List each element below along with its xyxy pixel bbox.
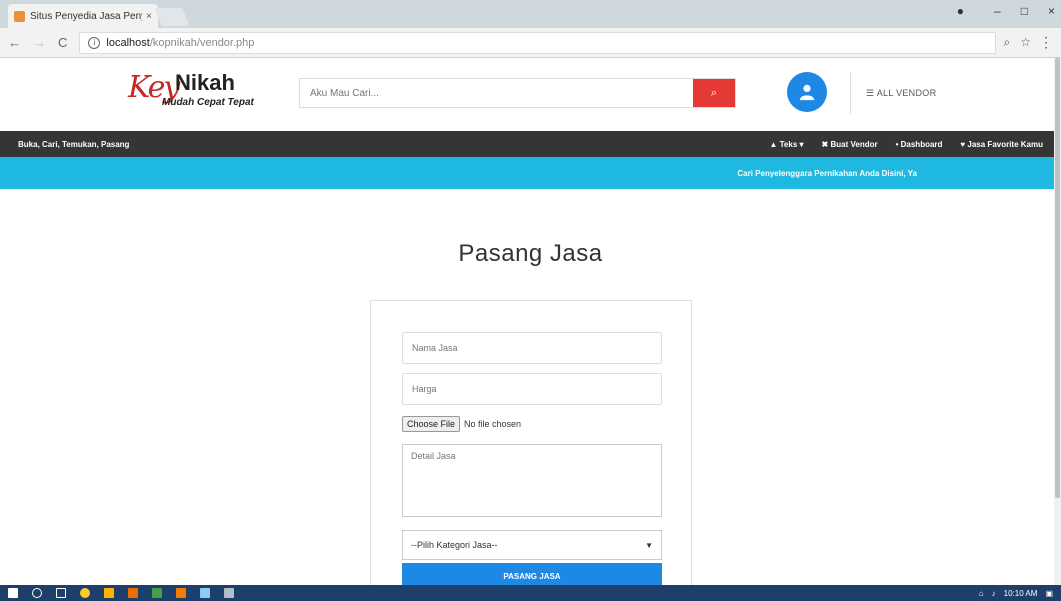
url-path: /kopnikah/vendor.php: [149, 36, 255, 49]
user-icon: [799, 84, 815, 101]
nav-item-favorite[interactable]: ♥ Jasa Favorite Kamu: [960, 140, 1043, 149]
chevron-down-icon: ▼: [645, 540, 653, 550]
window-controls: ● – □ ×: [957, 4, 1055, 18]
notification-icon[interactable]: ▣: [1045, 589, 1053, 598]
system-tray: ⌂ ♪ 10:10 AM ▣: [979, 589, 1053, 598]
address-bar[interactable]: i localhost /kopnikah/vendor.php: [79, 31, 996, 54]
browser-tab[interactable]: Situs Penyedia Jasa Peny ×: [8, 4, 158, 28]
kategori-selected: --Pilih Kategori Jasa--: [411, 540, 498, 550]
app-icon[interactable]: [176, 588, 186, 598]
nav-item-label: Jasa Favorite Kamu: [967, 139, 1043, 149]
logo-tagline: Mudah Cepat Tepat: [162, 97, 254, 108]
nav-item-label: Dashboard: [900, 139, 943, 149]
scroll-thumb[interactable]: [1055, 58, 1060, 498]
profile-icon[interactable]: ●: [957, 4, 964, 18]
os-taskbar: ⌂ ♪ 10:10 AM ▣: [0, 585, 1061, 601]
all-vendor-link[interactable]: ☰ ALL VENDOR: [866, 88, 936, 99]
file-status: No file chosen: [464, 419, 522, 429]
url-host: localhost: [106, 36, 150, 49]
browser-menu-icon[interactable]: ⋮: [1039, 34, 1053, 51]
task-view-icon[interactable]: [56, 588, 66, 598]
header-divider: [850, 72, 851, 114]
nav-tagline: Buka, Cari, Temukan, Pasang: [18, 139, 130, 149]
windows-start-icon[interactable]: [8, 588, 18, 598]
file-explorer-icon[interactable]: [104, 588, 114, 598]
kategori-select[interactable]: --Pilih Kategori Jasa-- ▼: [402, 530, 662, 560]
tab-close-icon[interactable]: ×: [146, 11, 152, 22]
user-avatar[interactable]: [787, 72, 827, 112]
maximize-button[interactable]: □: [1021, 4, 1028, 18]
app-icon[interactable]: [224, 588, 234, 598]
choose-file-button[interactable]: Choose File: [402, 416, 461, 432]
promo-text: Cari Penyelenggara Pernikahan Anda Disin…: [737, 168, 917, 178]
nav-item-teks[interactable]: ▲ Teks ▾: [770, 140, 804, 149]
all-vendor-label: ALL VENDOR: [876, 88, 937, 98]
site-logo[interactable]: Key Nikah Mudah Cepat Tepat: [128, 68, 258, 118]
site-header: Key Nikah Mudah Cepat Tepat ⌕ ☰ ALL VEND…: [0, 58, 1061, 131]
chrome-icon[interactable]: [80, 588, 90, 598]
app-icon[interactable]: [152, 588, 162, 598]
nav-item-buat-vendor[interactable]: ✖ Buat Vendor: [822, 140, 878, 149]
nama-jasa-input[interactable]: [402, 332, 662, 364]
logo-brand: Nikah: [175, 70, 235, 95]
info-icon[interactable]: i: [88, 36, 101, 49]
app-icon[interactable]: [128, 588, 138, 598]
bookmark-star-icon[interactable]: ☆: [1020, 35, 1031, 50]
close-window-button[interactable]: ×: [1048, 4, 1055, 18]
browser-toolbar: ← → C i localhost /kopnikah/vendor.php ⌕…: [0, 28, 1061, 58]
app-icon[interactable]: [200, 588, 210, 598]
search-icon[interactable]: [32, 588, 42, 598]
harga-input[interactable]: [402, 373, 662, 405]
pasang-jasa-form: Choose File No file chosen --Pilih Kateg…: [370, 300, 692, 590]
taskbar-icons: [8, 588, 979, 598]
page-scrollbar[interactable]: [1054, 58, 1061, 585]
file-upload: Choose File No file chosen: [402, 416, 521, 432]
volume-icon[interactable]: ♪: [992, 589, 996, 598]
search-button[interactable]: ⌕: [693, 79, 735, 107]
back-arrow-icon[interactable]: ←: [8, 35, 21, 50]
search-input[interactable]: [300, 79, 693, 107]
browser-titlebar: Situs Penyedia Jasa Peny × ● – □ ×: [0, 0, 1061, 28]
omnibox-icons: ⌕ ☆: [1004, 35, 1032, 50]
nav-item-label: Teks ▾: [779, 139, 804, 149]
detail-jasa-textarea[interactable]: [402, 444, 662, 517]
search-box: ⌕: [299, 78, 736, 108]
tab-title: Situs Penyedia Jasa Peny: [30, 10, 143, 22]
reload-icon[interactable]: C: [58, 35, 67, 50]
user-small-icon: ▲: [769, 139, 780, 149]
favicon-icon: [14, 10, 25, 22]
nav-links: ▲ Teks ▾ ✖ Buat Vendor • Dashboard ♥ Jas…: [770, 140, 1044, 149]
forward-arrow-icon[interactable]: →: [33, 35, 46, 50]
nav-item-label: Buat Vendor: [830, 139, 878, 149]
network-icon[interactable]: ⌂: [979, 589, 984, 598]
page-title: Pasang Jasa: [458, 240, 603, 267]
zoom-icon[interactable]: ⌕: [1004, 35, 1011, 50]
promo-banner: Cari Penyelenggara Pernikahan Anda Disin…: [0, 157, 1061, 189]
new-tab-button[interactable]: [154, 8, 190, 26]
clock[interactable]: 10:10 AM: [1004, 589, 1038, 598]
minimize-button[interactable]: –: [994, 4, 1001, 18]
main-navbar: Buka, Cari, Temukan, Pasang ▲ Teks ▾ ✖ B…: [0, 131, 1061, 157]
nav-item-dashboard[interactable]: • Dashboard: [896, 140, 943, 149]
search-icon: ⌕: [710, 86, 718, 99]
